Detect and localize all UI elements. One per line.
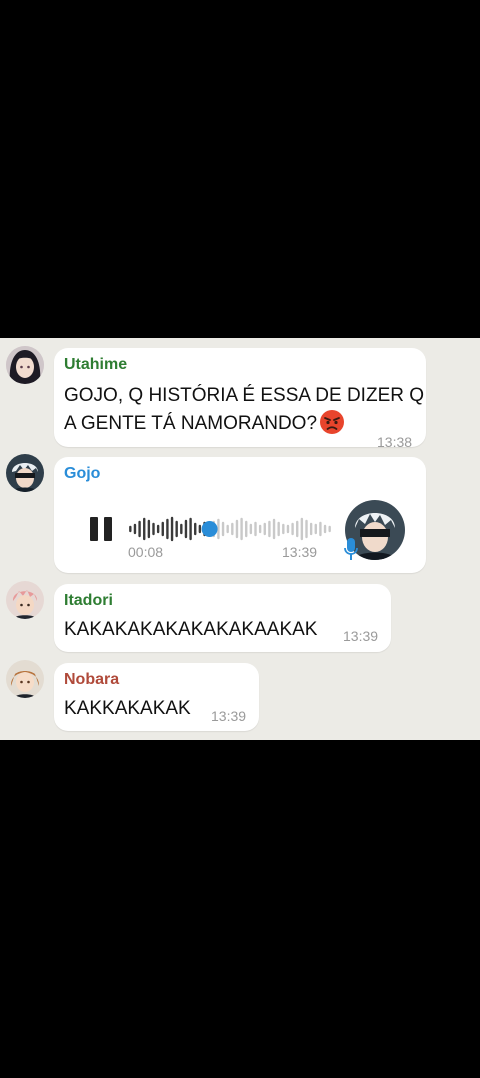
voice-duration: 00:08 <box>128 544 164 560</box>
message-text-line2-text: A GENTE TÁ NAMORANDO? <box>64 413 318 434</box>
voice-message-bubble-gojo[interactable]: Gojo 00:08 13:39 <box>54 457 426 573</box>
avatar-itadori[interactable] <box>6 581 44 619</box>
chat-screen: Utahime GOJO, Q HISTÓRIA É ESSA DE DIZER… <box>0 338 480 740</box>
avatar-utahime[interactable] <box>6 346 44 384</box>
message-time: 13:39 <box>211 708 247 724</box>
gojo-avatar-icon <box>6 454 44 492</box>
sender-name[interactable]: Itadori <box>64 592 113 610</box>
message-time: 13:38 <box>377 434 413 450</box>
message-text-line1: GOJO, Q HISTÓRIA É ESSA DE DIZER Q <box>64 385 425 406</box>
message-text: KAKAKAKAKAKAKAKAAKAK <box>64 619 318 640</box>
message-bubble-itadori[interactable]: Itadori KAKAKAKAKAKAKAKAAKAK 13:39 <box>54 584 391 652</box>
itadori-avatar-icon <box>6 581 44 619</box>
utahime-avatar-icon <box>6 346 44 384</box>
message-time: 13:39 <box>282 544 318 560</box>
pause-icon[interactable] <box>88 515 114 543</box>
playback-position-knob[interactable] <box>201 521 218 537</box>
avatar-nobara[interactable] <box>6 660 44 698</box>
message-bubble-utahime[interactable]: Utahime GOJO, Q HISTÓRIA É ESSA DE DIZER… <box>54 348 426 450</box>
nobara-avatar-icon <box>6 660 44 698</box>
message-bubble-nobara[interactable]: Nobara KAKKAKAKAK 13:39 <box>54 663 259 731</box>
sender-name[interactable]: Utahime <box>64 356 127 374</box>
message-text: KAKKAKAKAK <box>64 698 191 719</box>
sender-name[interactable]: Nobara <box>64 671 119 689</box>
voice-waveform[interactable] <box>128 515 332 543</box>
message-time: 13:39 <box>343 628 379 644</box>
microphone-icon <box>344 538 358 560</box>
angry-face-icon <box>320 410 345 434</box>
sender-name[interactable]: Gojo <box>64 465 100 483</box>
avatar-gojo[interactable] <box>6 454 44 492</box>
message-text-line2: A GENTE TÁ NAMORANDO? <box>64 409 345 437</box>
